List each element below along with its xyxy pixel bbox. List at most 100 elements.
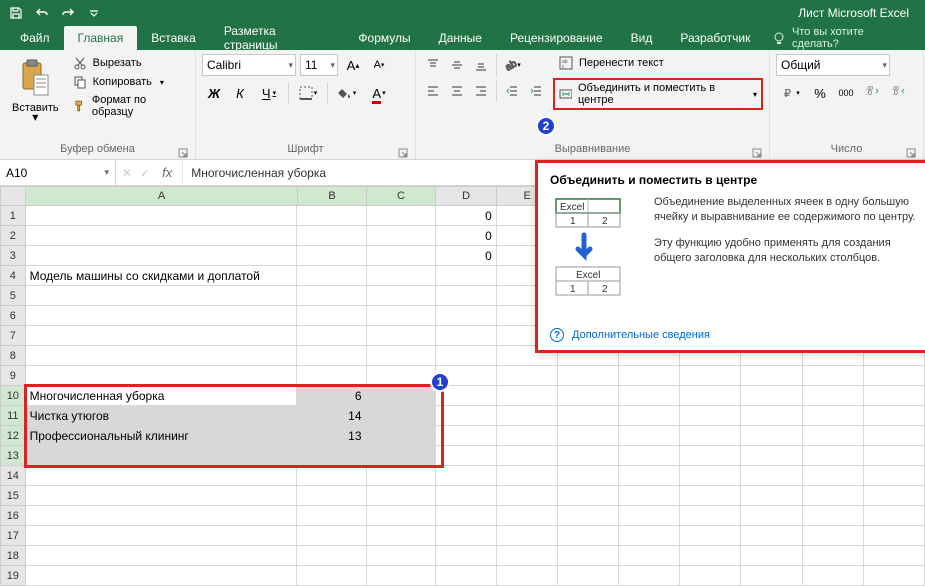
cell-B13[interactable] xyxy=(297,446,366,466)
cell-J11[interactable] xyxy=(803,406,864,426)
save-icon[interactable] xyxy=(6,3,26,23)
thousands-button[interactable]: 000 xyxy=(834,82,858,104)
cell-A9[interactable] xyxy=(26,366,298,386)
cell-F12[interactable] xyxy=(558,426,619,446)
row-header-6[interactable]: 6 xyxy=(0,306,26,326)
cell-B12[interactable]: 13 xyxy=(297,426,366,446)
tab-page-layout[interactable]: Разметка страницы xyxy=(210,26,345,50)
cell-H11[interactable] xyxy=(680,406,741,426)
cell-I19[interactable] xyxy=(741,566,802,586)
cell-H9[interactable] xyxy=(680,366,741,386)
cell-F16[interactable] xyxy=(558,506,619,526)
row-header-5[interactable]: 5 xyxy=(0,286,26,306)
italic-button[interactable]: К xyxy=(228,82,252,104)
dialog-launcher-icon[interactable] xyxy=(751,147,763,159)
redo-icon[interactable] xyxy=(58,3,78,23)
row-header-9[interactable]: 9 xyxy=(0,366,26,386)
cell-D5[interactable] xyxy=(436,286,497,306)
cell-B5[interactable] xyxy=(297,286,366,306)
cell-A8[interactable] xyxy=(26,346,298,366)
cell-D17[interactable] xyxy=(436,526,497,546)
cell-G18[interactable] xyxy=(619,546,680,566)
row-header-10[interactable]: 10 xyxy=(0,386,26,406)
cell-E9[interactable] xyxy=(497,366,558,386)
cell-F19[interactable] xyxy=(558,566,619,586)
select-all-corner[interactable] xyxy=(0,186,26,206)
currency-button[interactable]: ₽▾ xyxy=(776,82,806,104)
cell-B3[interactable] xyxy=(297,246,366,266)
cell-A1[interactable] xyxy=(26,206,298,226)
cell-I10[interactable] xyxy=(741,386,802,406)
cell-B15[interactable] xyxy=(297,486,366,506)
row-header-4[interactable]: 4 xyxy=(0,266,26,286)
col-header-C[interactable]: C xyxy=(367,186,436,206)
cell-D6[interactable] xyxy=(436,306,497,326)
chevron-down-icon[interactable]: ▾ xyxy=(753,90,757,99)
cell-H14[interactable] xyxy=(680,466,741,486)
tooltip-more-link[interactable]: ? Дополнительные сведения xyxy=(550,328,916,342)
align-middle-button[interactable] xyxy=(446,54,468,76)
cell-A16[interactable] xyxy=(26,506,298,526)
row-header-19[interactable]: 19 xyxy=(0,566,26,586)
cell-C2[interactable] xyxy=(367,226,436,246)
cell-E19[interactable] xyxy=(497,566,558,586)
row-header-15[interactable]: 15 xyxy=(0,486,26,506)
cell-F14[interactable] xyxy=(558,466,619,486)
name-box[interactable]: A10▾ xyxy=(0,160,116,185)
cell-I14[interactable] xyxy=(741,466,802,486)
cell-B17[interactable] xyxy=(297,526,366,546)
cell-F18[interactable] xyxy=(558,546,619,566)
cell-G17[interactable] xyxy=(619,526,680,546)
cell-J9[interactable] xyxy=(803,366,864,386)
cut-button[interactable]: Вырезать xyxy=(69,54,189,72)
fx-icon[interactable]: fx xyxy=(158,165,176,180)
cell-J12[interactable] xyxy=(803,426,864,446)
cell-C13[interactable] xyxy=(367,446,436,466)
decrease-decimal-button[interactable]: .00.0 xyxy=(886,82,910,104)
align-right-button[interactable] xyxy=(470,80,492,102)
cell-C14[interactable] xyxy=(367,466,436,486)
cell-B18[interactable] xyxy=(297,546,366,566)
cell-J14[interactable] xyxy=(803,466,864,486)
cell-G16[interactable] xyxy=(619,506,680,526)
cell-A2[interactable] xyxy=(26,226,298,246)
col-header-D[interactable]: D xyxy=(436,186,497,206)
tab-developer[interactable]: Разработчик xyxy=(666,26,764,50)
cell-I11[interactable] xyxy=(741,406,802,426)
cell-E11[interactable] xyxy=(497,406,558,426)
tab-insert[interactable]: Вставка xyxy=(137,26,210,50)
row-header-3[interactable]: 3 xyxy=(0,246,26,266)
cell-C9[interactable] xyxy=(367,366,436,386)
increase-indent-button[interactable] xyxy=(525,80,547,102)
cell-G15[interactable] xyxy=(619,486,680,506)
fill-color-button[interactable]: ▾ xyxy=(332,82,362,104)
undo-icon[interactable] xyxy=(32,3,52,23)
cell-D7[interactable] xyxy=(436,326,497,346)
cell-C7[interactable] xyxy=(367,326,436,346)
cell-K9[interactable] xyxy=(864,366,925,386)
col-header-A[interactable]: A xyxy=(26,186,298,206)
tab-data[interactable]: Данные xyxy=(425,26,496,50)
cell-D3[interactable]: 0 xyxy=(436,246,497,266)
decrease-indent-button[interactable] xyxy=(501,80,523,102)
cell-H19[interactable] xyxy=(680,566,741,586)
cell-C3[interactable] xyxy=(367,246,436,266)
cell-B19[interactable] xyxy=(297,566,366,586)
tab-home[interactable]: Главная xyxy=(64,26,138,50)
cell-G11[interactable] xyxy=(619,406,680,426)
font-size-select[interactable]: 11▾ xyxy=(300,54,338,76)
row-header-18[interactable]: 18 xyxy=(0,546,26,566)
cell-K19[interactable] xyxy=(864,566,925,586)
cell-B1[interactable] xyxy=(297,206,366,226)
cell-C1[interactable] xyxy=(367,206,436,226)
cell-G9[interactable] xyxy=(619,366,680,386)
row-header-8[interactable]: 8 xyxy=(0,346,26,366)
cell-A3[interactable] xyxy=(26,246,298,266)
cell-C18[interactable] xyxy=(367,546,436,566)
cell-B6[interactable] xyxy=(297,306,366,326)
cell-J10[interactable] xyxy=(803,386,864,406)
border-button[interactable]: ▾ xyxy=(293,82,323,104)
cell-F9[interactable] xyxy=(558,366,619,386)
cell-D13[interactable] xyxy=(436,446,497,466)
cell-C17[interactable] xyxy=(367,526,436,546)
